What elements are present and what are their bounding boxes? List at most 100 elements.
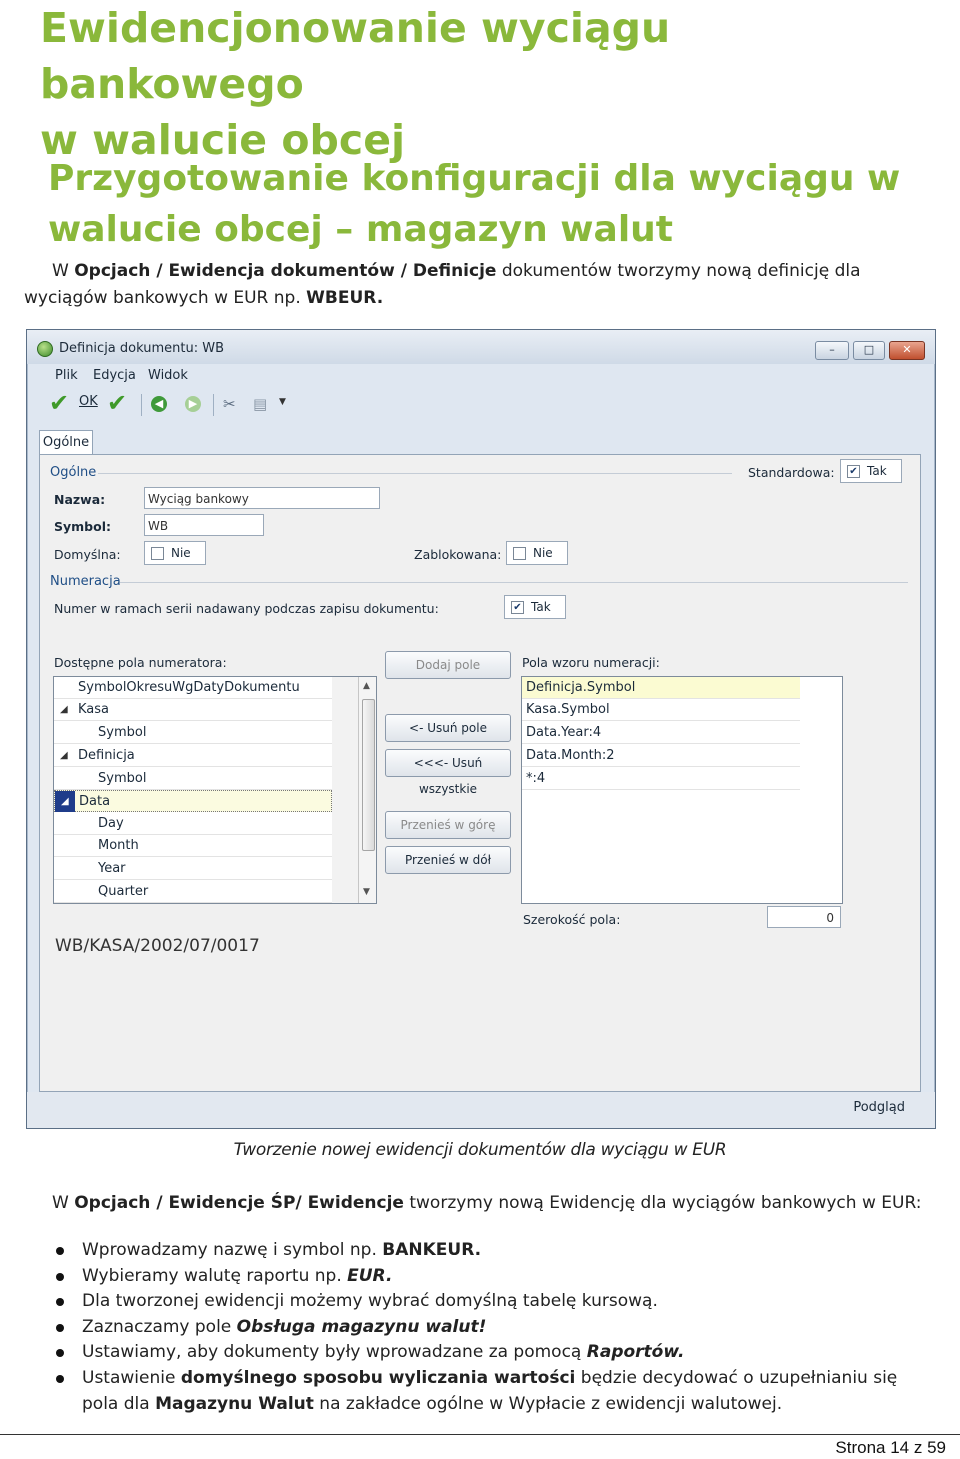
tree-item-selected[interactable]: ◢ Data — [54, 790, 332, 812]
tree-item[interactable]: ◢ Definicja — [54, 745, 332, 767]
figure-caption: Tworzenie nowej ewidencji dokumentów dla… — [233, 1140, 727, 1160]
list-item: Zaznaczamy pole Obsługa magazynu walut! — [52, 1315, 932, 1341]
add-field-button[interactable]: Dodaj pole — [385, 651, 511, 679]
window-title: Definicja dokumentu: WB — [59, 341, 225, 356]
scroll-up-icon[interactable]: ▲ — [363, 681, 370, 691]
menu-edycja[interactable]: Edycja — [93, 368, 136, 383]
text: na zakładce ogólne w Wypłacie z ewidencj… — [313, 1393, 783, 1414]
tree-item-label: Symbol — [98, 771, 147, 786]
tree-item[interactable]: Month — [54, 835, 332, 857]
bold-text: domyślnego sposobu wyliczania wartości — [180, 1367, 576, 1388]
tree-item-label: Definicja — [78, 748, 135, 763]
domyslna-checkbox[interactable]: Nie — [144, 541, 206, 565]
ok-button[interactable]: OK — [79, 394, 98, 409]
bold-text: Obsługa magazynu walut! — [236, 1316, 487, 1337]
scroll-down-icon[interactable]: ▼ — [363, 887, 370, 897]
tree-item[interactable]: Day — [54, 813, 332, 835]
save-check-icon[interactable]: ✔ — [107, 391, 129, 415]
tree-item[interactable]: Year — [54, 858, 332, 880]
remove-all-fields-button[interactable]: <<<- Usuń wszystkie — [385, 749, 511, 796]
remove-field-button[interactable]: <- Usuń pole — [385, 714, 511, 742]
list-item[interactable]: Data.Month:2 — [522, 745, 800, 767]
text: W — [52, 261, 75, 281]
tree-item-label: Year — [98, 861, 126, 876]
list-item: Dla tworzonej ewidencji możemy wybrać do… — [52, 1289, 932, 1315]
numer-checkbox[interactable]: ✔ Tak — [504, 595, 566, 619]
szerokosc-input[interactable]: 0 — [767, 906, 841, 928]
collapse-triangle-icon[interactable]: ◢ — [61, 791, 69, 813]
tree-item[interactable]: Symbol — [54, 722, 332, 744]
zablokowana-checkbox[interactable]: Nie — [506, 541, 568, 565]
list-item[interactable]: Definicja.Symbol — [522, 677, 800, 699]
list-item[interactable]: Data.Year:4 — [522, 722, 800, 744]
tree-item[interactable]: Quarter — [54, 881, 332, 903]
print-icon[interactable]: ▤ — [253, 395, 267, 413]
tree-item-label: Quarter — [98, 884, 149, 899]
move-down-button[interactable]: Przenieś w dół — [385, 846, 511, 874]
toolbar-separator — [141, 394, 142, 416]
toolbar-separator — [213, 394, 214, 416]
page-number: Strona 14 z 59 — [835, 1438, 946, 1457]
intro-paragraph: W Opcjach / Ewidencja dokumentów / Defin… — [24, 258, 924, 312]
nazwa-input[interactable]: Wyciąg bankowy — [144, 487, 380, 509]
nazwa-label: Nazwa: — [54, 492, 106, 507]
tree-item-label: Day — [98, 816, 124, 831]
app-icon — [37, 341, 53, 357]
back-icon[interactable]: ◀ — [151, 396, 167, 412]
subheading-line-2: walucie obcej – magazyn walut — [48, 209, 673, 250]
tree-item[interactable]: ◢ Kasa — [54, 699, 332, 721]
collapse-triangle-icon[interactable]: ◢ — [60, 699, 68, 721]
bold-text: Magazynu Walut — [155, 1393, 314, 1414]
checkbox-unchecked-icon — [513, 547, 526, 560]
menu-path: Opcjach / Ewidencja dokumentów / Definic… — [74, 261, 497, 281]
tree-shade — [332, 677, 358, 903]
list-item[interactable]: *:4 — [522, 768, 800, 790]
tab-ogolne[interactable]: Ogólne — [39, 430, 93, 455]
list-item: Ustawiamy, aby dokumenty były wprowadzan… — [52, 1340, 932, 1366]
podglad-button[interactable]: Podgląd — [853, 1100, 905, 1115]
symbol-input[interactable]: WB — [144, 514, 264, 536]
checkbox-text: Nie — [171, 546, 191, 560]
section-heading: Przygotowanie konfiguracji dla wyciągu w… — [48, 153, 928, 255]
group-general-label: Ogólne — [50, 465, 97, 480]
list-item: Wprowadzamy nazwę i symbol np. BANKEUR. — [52, 1238, 932, 1264]
collapse-triangle-icon[interactable]: ◢ — [60, 745, 68, 767]
toolbar: ✔ OK ✔ ◀ ▶ ✂ ▤ ▼ — [37, 390, 927, 422]
ok-check-icon[interactable]: ✔ — [49, 391, 71, 415]
checkbox-text: Tak — [531, 600, 551, 614]
maximize-button[interactable]: □ — [853, 341, 885, 360]
heading-line-1: Ewidencjonowanie wyciągu bankowego — [40, 4, 671, 108]
checkbox-unchecked-icon — [151, 547, 164, 560]
menu-plik[interactable]: Plik — [55, 368, 78, 383]
minimize-button[interactable]: – — [815, 341, 849, 360]
tools-icon[interactable]: ✂ — [223, 395, 236, 413]
checkbox-text: Nie — [533, 546, 553, 560]
list-item[interactable]: Kasa.Symbol — [522, 699, 800, 721]
checkbox-checked-icon: ✔ — [847, 465, 860, 478]
text: Ustawiamy, aby dokumenty były wprowadzan… — [82, 1342, 587, 1363]
scrollbar-thumb[interactable] — [362, 699, 375, 851]
list-item: Ustawienie domyślnego sposobu wyliczania… — [52, 1366, 932, 1417]
tree-scrollbar[interactable]: ▲ ▼ — [358, 677, 376, 903]
footer-divider — [0, 1434, 960, 1435]
text: Ustawienie — [82, 1367, 181, 1388]
close-button[interactable]: ✕ — [889, 341, 925, 360]
menu-widok[interactable]: Widok — [148, 368, 188, 383]
bold-text: EUR. — [347, 1265, 393, 1286]
forward-icon[interactable]: ▶ — [185, 396, 201, 412]
move-up-button[interactable]: Przenieś w górę — [385, 811, 511, 839]
numbering-pattern-list: Definicja.Symbol Kasa.Symbol Data.Year:4… — [521, 676, 843, 904]
available-fields-tree: SymbolOkresuWgDatyDokumentu ◢ Kasa Symbol… — [53, 676, 377, 904]
tree-item[interactable]: SymbolOkresuWgDatyDokumentu — [54, 677, 332, 699]
tree-item[interactable]: Symbol — [54, 768, 332, 790]
document-definition-window: Definicja dokumentu: WB – □ ✕ Plik Edycj… — [26, 329, 936, 1129]
tree-item-label: Data — [79, 794, 111, 809]
tree-item-label: Symbol — [98, 725, 147, 740]
symbol-label: Symbol: — [54, 519, 111, 534]
group-numeracja-label: Numeracja — [50, 574, 121, 589]
standardowa-checkbox[interactable]: ✔ Tak — [840, 459, 902, 483]
text: Zaznaczamy pole — [82, 1316, 237, 1337]
chevron-down-icon[interactable]: ▼ — [279, 397, 286, 407]
text: Wybieramy walutę raportu np. — [82, 1265, 348, 1286]
szerokosc-label: Szerokość pola: — [523, 912, 621, 927]
